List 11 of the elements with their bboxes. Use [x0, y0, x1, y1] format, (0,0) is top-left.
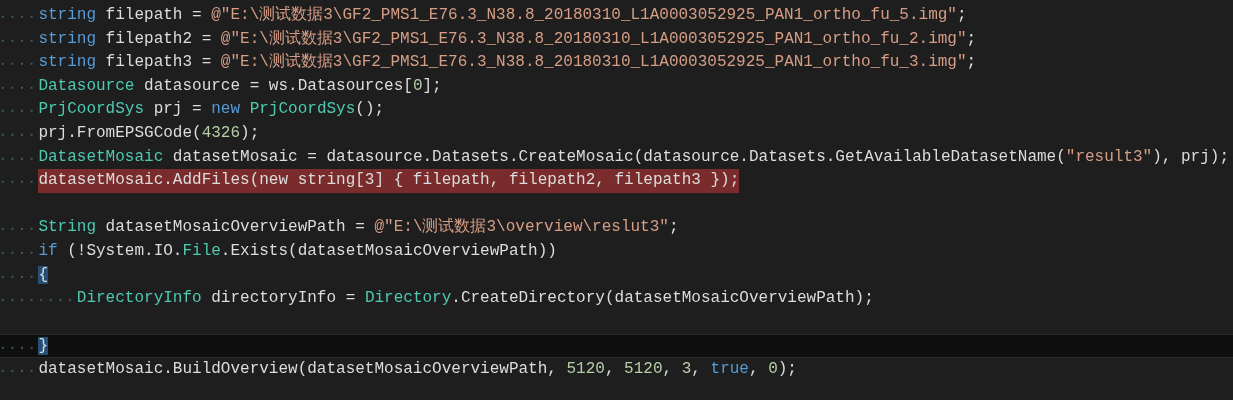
code-line: datasetMosaic.BuildOverview(datasetMosaicOverviewPath, 5120, 5120, 3, true, 0); — [38, 358, 797, 380]
code-line: String datasetMosaicOverviewPath = @"E:\测试数据3\overview\reslut3"; — [38, 217, 679, 239]
code-line: DirectoryInfo directoryInfo = Directory.CreateDirectory(datasetMosaicOverviewPath); — [76, 288, 874, 310]
code-line: string filepath3 = @"E:\测试数据3\GF2_PMS1_E76.3_N38.8_20180310_L1A0003052925_PAN1_ortho_fu_3.img"; — [38, 52, 977, 74]
code-line: if (!System.IO.File.Exists(datasetMosaicOverviewPath)) — [38, 240, 557, 262]
code-line: string filepath2 = @"E:\测试数据3\GF2_PMS1_E76.3_N38.8_20180310_L1A0003052925_PAN1_ortho_fu_2.img"; — [38, 28, 977, 50]
code-line: Datasource datasource = ws.Datasources[0]; — [38, 75, 442, 97]
code-line: DatasetMosaic datasetMosaic = datasource.Datasets.CreateMosaic(datasource.Datasets.GetAvailableDatasetName("result3"), prj); — [38, 146, 1229, 168]
code-line: PrjCoordSys prj = new PrjCoordSys(); — [38, 99, 385, 121]
code-line: prj.FromEPSGCode(4326); — [38, 122, 260, 144]
code-line: string filepath = @"E:\测试数据3\GF2_PMS1_E76.3_N38.8_20180310_L1A0003052925_PAN1_ortho_fu_5.img"; — [38, 5, 967, 26]
